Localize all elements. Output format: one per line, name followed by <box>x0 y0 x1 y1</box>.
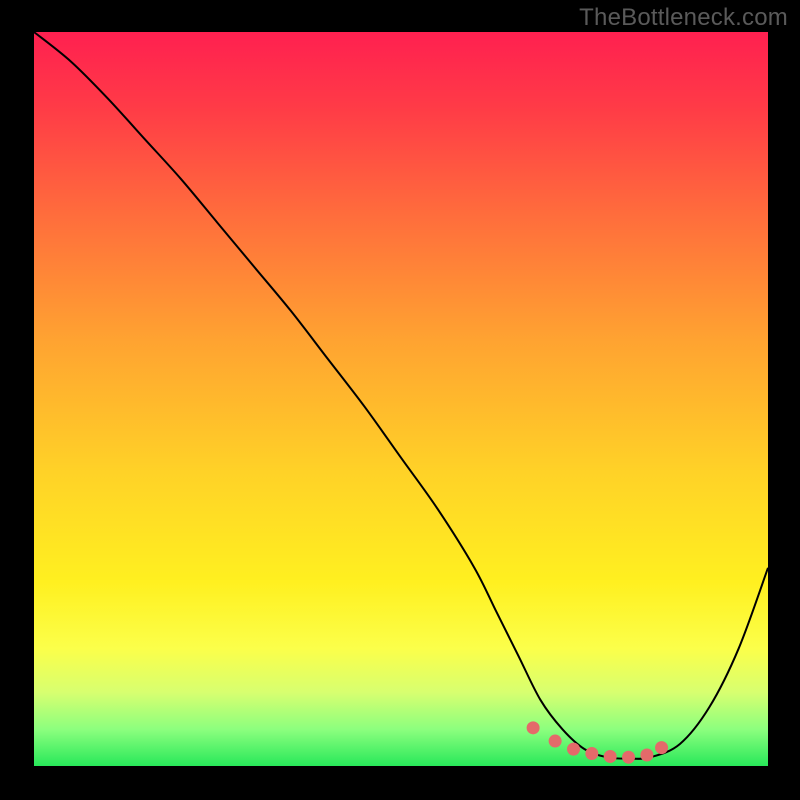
optimal-marker <box>527 721 540 734</box>
watermark-text: TheBottleneck.com <box>579 4 788 32</box>
chart-container: TheBottleneck.com <box>0 0 800 800</box>
bottleneck-curve <box>34 32 768 759</box>
optimal-region-markers <box>527 721 668 763</box>
optimal-marker <box>655 741 668 754</box>
optimal-marker <box>604 750 617 763</box>
optimal-marker <box>585 747 598 760</box>
optimal-marker <box>622 751 635 764</box>
optimal-marker <box>567 743 580 756</box>
optimal-marker <box>640 748 653 761</box>
chart-svg <box>34 32 768 766</box>
optimal-marker <box>549 735 562 748</box>
